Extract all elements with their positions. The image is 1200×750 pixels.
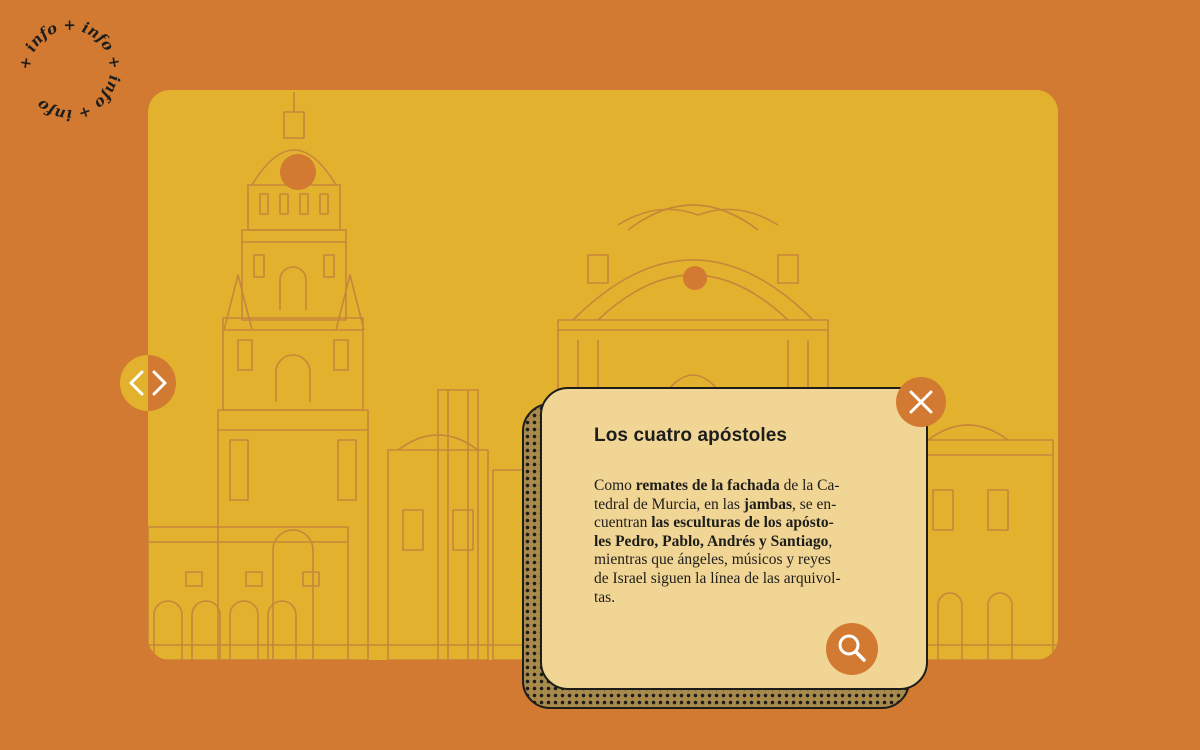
- popup-text-run: mientras que ángeles, músicos y reyes: [594, 551, 831, 569]
- hotspot-dome[interactable]: [280, 154, 316, 190]
- popup-text-run: tas.: [594, 588, 616, 606]
- popup-text-run: ,: [828, 532, 833, 550]
- hotspot-facade-top[interactable]: [683, 266, 707, 290]
- info-badge[interactable]: + info + info + info + info: [14, 14, 126, 126]
- popup-text-run: de Israel siguen la línea de las arquivo…: [594, 569, 841, 587]
- popup-text-line: cuentran las esculturas de los apósto-: [594, 514, 890, 533]
- info-ring-icon: + info + info + info + info: [16, 16, 125, 124]
- prev-next-icons: [129, 370, 167, 396]
- popup-text-line: tas.: [594, 589, 890, 608]
- close-icon: [909, 390, 933, 414]
- popup-text-run: tedral de Murcia, en las: [594, 495, 744, 513]
- popup-text-line: les Pedro, Pablo, Andrés y Santiago,: [594, 533, 890, 552]
- popup-text-line: Como remates de la fachada de la Ca-: [594, 477, 890, 496]
- popup-body-text: Como remates de la fachada de la Ca-tedr…: [594, 477, 890, 607]
- popup-text-line: mientras que ángeles, músicos y reyes: [594, 551, 890, 570]
- popup-text-line: tedral de Murcia, en las jambas, se en-: [594, 496, 890, 515]
- chevron-left-icon[interactable]: [129, 370, 144, 396]
- popup-text-bold: jambas: [743, 495, 793, 513]
- popup-text-bold: las esculturas de los apósto-: [651, 514, 834, 532]
- zoom-button[interactable]: [826, 623, 878, 675]
- popup-title: Los cuatro apóstoles: [594, 425, 788, 446]
- popup-text-run: , se en-: [792, 495, 837, 513]
- chevron-right-icon[interactable]: [152, 370, 167, 396]
- nav-arrows-button[interactable]: [120, 355, 176, 411]
- popup-text-run: de la Ca-: [779, 477, 840, 494]
- popup-text-bold: remates de la fachada: [635, 477, 780, 494]
- popup-text-run: Como: [594, 477, 636, 494]
- popup-text-run: cuentran: [594, 514, 652, 532]
- popup-text-bold: les Pedro, Pablo, Andrés y Santiago: [594, 532, 829, 550]
- info-badge-text: + info + info + info + info: [16, 16, 125, 124]
- popup-text-line: de Israel siguen la línea de las arquivo…: [594, 570, 890, 589]
- close-button[interactable]: [896, 377, 946, 427]
- magnifier-icon: [838, 634, 866, 662]
